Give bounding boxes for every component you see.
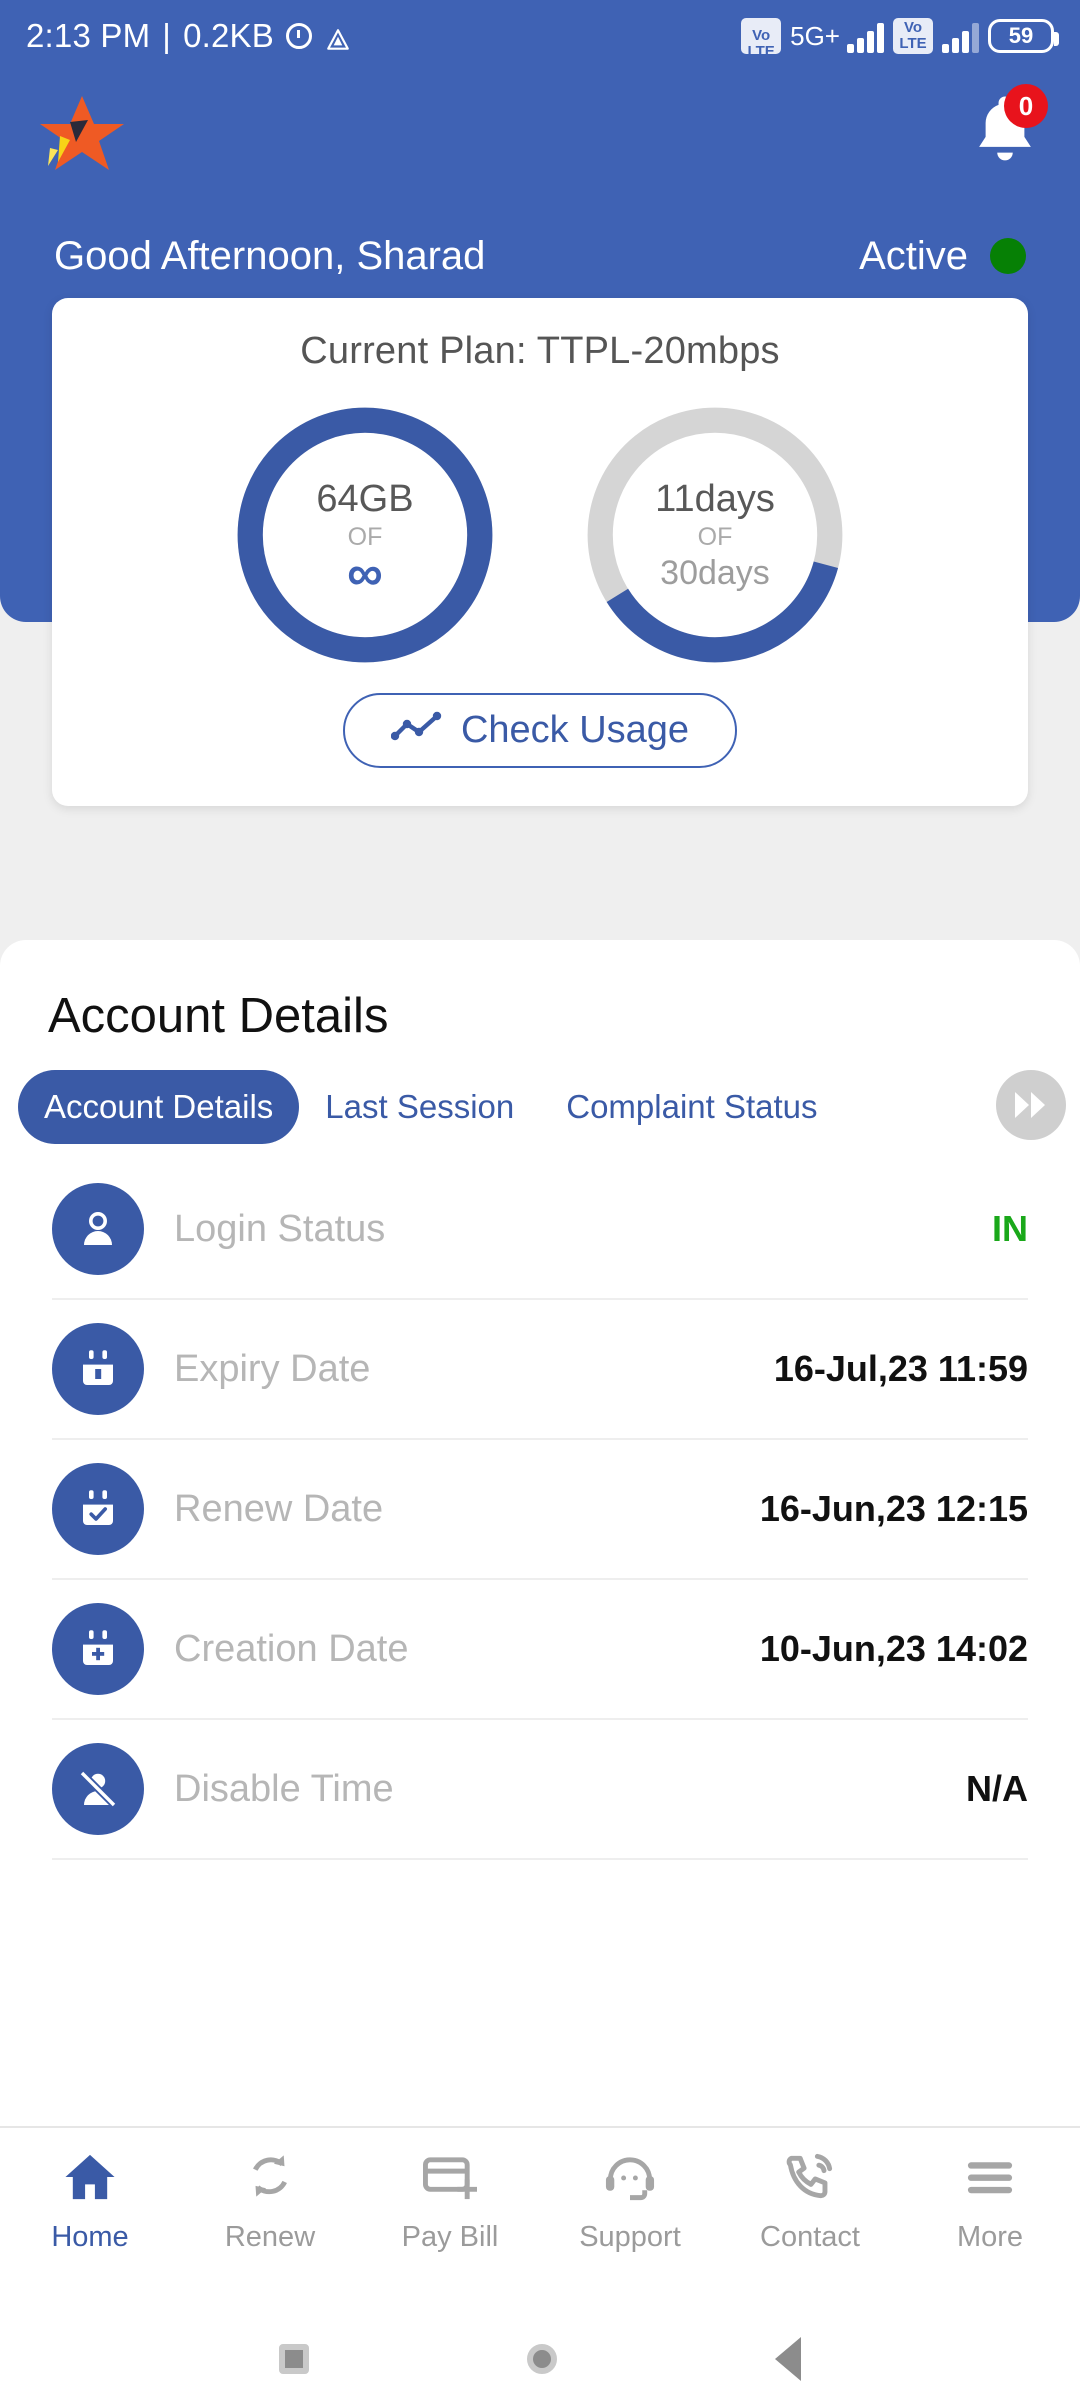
status-time: 2:13 PM xyxy=(26,17,151,54)
account-status: Active xyxy=(859,234,1026,279)
status-data-usage: 0.2KB xyxy=(183,17,274,54)
table-row[interactable]: Renew Date 16-Jun,23 12:15 xyxy=(52,1440,1028,1580)
data-donut-value: 64GB xyxy=(316,478,414,520)
app-screen: 2:13 PM | 0.2KB VoLTE VoLTE 5G+ VoLTE 59 xyxy=(0,0,1080,2408)
row-value: IN xyxy=(992,1208,1028,1249)
current-plan-card: Current Plan: TTPL-20mbps 64GB OF ∞ 11da… xyxy=(52,298,1028,806)
validity-days-donut: 11days OF 30days xyxy=(575,395,855,675)
greeting-row: Good Afternoon, Sharad Active xyxy=(0,226,1080,286)
app-bar: 0 xyxy=(0,72,1080,192)
drive-icon xyxy=(324,23,352,50)
nav-label-contact: Contact xyxy=(760,2221,860,2253)
hamburger-icon xyxy=(960,2150,1020,2209)
tab-last-session[interactable]: Last Session xyxy=(299,1070,540,1144)
nav-label-pay-bill: Pay Bill xyxy=(401,2221,499,2253)
days-donut-total: 30days xyxy=(660,553,770,592)
table-row[interactable]: Login Status IN xyxy=(52,1160,1028,1300)
status-dot-icon xyxy=(990,238,1026,274)
battery-indicator: 59 xyxy=(988,19,1059,53)
calendar-icon xyxy=(52,1323,144,1415)
signal-bars-sim2-icon xyxy=(942,19,979,53)
plan-donuts: 64GB OF ∞ 11days OF 30days xyxy=(52,395,1028,675)
line-chart-icon xyxy=(390,709,443,752)
alarm-icon xyxy=(285,23,312,49)
tab-complaint-status[interactable]: Complaint Status xyxy=(540,1070,843,1144)
row-label: Expiry Date xyxy=(174,1347,371,1390)
headset-icon xyxy=(600,2150,660,2209)
nav-label-more: More xyxy=(956,2221,1024,2253)
row-label: Login Status xyxy=(174,1207,386,1250)
nav-label-renew: Renew xyxy=(224,2221,316,2253)
row-value: 16-Jul,23 11:59 xyxy=(773,1348,1028,1389)
account-tabs: Account Details Last Session Complaint S… xyxy=(0,1044,1080,1144)
row-value: 10-Jun,23 14:02 xyxy=(759,1628,1028,1669)
row-value: 16-Jun,23 12:15 xyxy=(759,1488,1028,1529)
fast-forward-icon[interactable] xyxy=(996,1070,1066,1140)
home-circle-icon[interactable] xyxy=(527,2344,557,2374)
status-separator: | xyxy=(162,17,172,54)
days-donut-of: OF xyxy=(697,522,733,551)
status-bar: 2:13 PM | 0.2KB VoLTE VoLTE 5G+ VoLTE 59 xyxy=(0,0,1080,72)
nav-item-more[interactable]: More xyxy=(910,2150,1070,2254)
system-navigation-bar xyxy=(0,2310,1080,2408)
nav-label-support: Support xyxy=(579,2221,681,2253)
days-donut-value: 11days xyxy=(655,477,775,520)
phone-icon xyxy=(780,2150,840,2209)
row-label: Disable Time xyxy=(174,1767,394,1810)
current-plan-title: Current Plan: TTPL-20mbps xyxy=(300,330,780,372)
calendar-plus-icon xyxy=(52,1603,144,1695)
notification-badge: 0 xyxy=(1004,84,1048,128)
recents-square-icon[interactable] xyxy=(279,2344,309,2374)
row-value: N/A xyxy=(966,1768,1028,1809)
nav-item-renew[interactable]: Renew xyxy=(190,2150,350,2254)
volte-sim1-icon: VoLTE VoLTE xyxy=(741,18,782,60)
battery-level-text: 59 xyxy=(1008,23,1034,48)
data-donut-total: ∞ xyxy=(347,545,383,601)
user-icon xyxy=(52,1183,144,1275)
home-icon xyxy=(60,2150,120,2209)
data-usage-donut: 64GB OF ∞ xyxy=(225,395,505,675)
nav-label-home: Home xyxy=(51,2221,129,2253)
data-donut-labels: 64GB OF ∞ xyxy=(225,395,505,675)
nav-item-pay-bill[interactable]: Pay Bill xyxy=(370,2150,530,2254)
nav-item-home[interactable]: Home xyxy=(10,2150,170,2254)
calendar-check-icon xyxy=(52,1463,144,1555)
days-donut-labels: 11days OF 30days xyxy=(575,395,855,675)
page-title: Account Details xyxy=(48,989,389,1043)
table-row[interactable]: Creation Date 10-Jun,23 14:02 xyxy=(52,1580,1028,1720)
check-usage-button[interactable]: Check Usage xyxy=(342,693,738,768)
account-details-card: Account Details Account Details Last Ses… xyxy=(0,940,1080,2126)
row-label: Renew Date xyxy=(174,1487,384,1530)
account-detail-rows: Login Status IN Expiry Date 16-Jul,23 11… xyxy=(0,1144,1080,1860)
back-triangle-icon[interactable] xyxy=(775,2337,801,2381)
tab-account-details[interactable]: Account Details xyxy=(18,1070,300,1144)
refresh-icon xyxy=(240,2150,300,2209)
nav-item-contact[interactable]: Contact xyxy=(730,2150,890,2254)
row-label: Creation Date xyxy=(174,1627,409,1670)
volte-sim2-icon: Vo LTE xyxy=(893,18,933,54)
network-type-label: 5G+ xyxy=(790,20,840,51)
status-bar-left: 2:13 PM | 0.2KB xyxy=(26,17,352,55)
account-status-text: Active xyxy=(859,233,968,278)
table-row[interactable]: Disable Time N/A xyxy=(52,1720,1028,1860)
user-slash-icon xyxy=(52,1743,144,1835)
card-plus-icon xyxy=(420,2150,480,2209)
greeting-text: Good Afternoon, Sharad xyxy=(54,233,486,278)
signal-bars-sim1-icon xyxy=(847,19,884,53)
nav-item-support[interactable]: Support xyxy=(550,2150,710,2254)
status-bar-right: VoLTE VoLTE 5G+ VoLTE 59 xyxy=(741,18,1059,60)
bottom-navigation: Home Renew Pay Bill Support Contact More xyxy=(0,2126,1080,2310)
check-usage-label: Check Usage xyxy=(460,709,690,751)
notification-bell-button[interactable]: 0 xyxy=(966,84,1048,174)
star-logo[interactable] xyxy=(36,92,128,172)
check-usage-row: Check Usage xyxy=(52,693,1028,768)
table-row[interactable]: Expiry Date 16-Jul,23 11:59 xyxy=(52,1300,1028,1440)
